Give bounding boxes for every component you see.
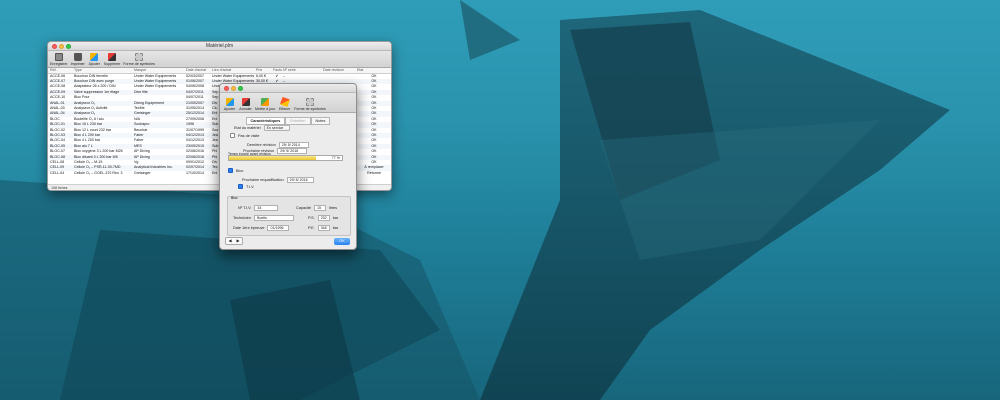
ps-field[interactable]: 232 [317, 215, 330, 221]
requalif-row: Prochaine requalification 29/ 8/ 2016 [242, 177, 314, 183]
bloc-group-label: Bloc [231, 196, 238, 200]
save-button[interactable]: Enregistrer [50, 53, 68, 66]
no-tiv-field[interactable]: 34 [254, 205, 279, 211]
symbols-button[interactable]: Forme de symboles [123, 53, 155, 66]
table-cell: Réformé [367, 170, 381, 175]
table-cell: CELL-04 [50, 170, 65, 175]
date-epreuve-field[interactable]: 01/1996 [267, 225, 290, 231]
cancel-button[interactable]: Annuler [239, 98, 252, 111]
visite-row: Pas de visite [230, 133, 260, 138]
record-navigation: ◀ ▶ [225, 237, 243, 245]
revision-progress-bar: 77 % [228, 155, 343, 161]
update-icon [261, 98, 270, 106]
table-cell: 17/10/2014 [186, 170, 204, 175]
date-epreuve-label: Date 1ère épreuve [233, 226, 265, 230]
zoom-button[interactable] [66, 44, 71, 49]
erase-icon [279, 96, 290, 108]
print-icon [73, 53, 82, 61]
window-title: Matériel.plm [205, 43, 234, 49]
no-tiv-label: Nº T.I.V. [238, 206, 252, 210]
date-epreuve-row: Date 1ère épreuve 01/1996 [233, 225, 290, 231]
main-toolbar: Enregistrer Imprimer Ajouter Supprimer F… [48, 51, 391, 68]
etat-select[interactable]: En service [263, 125, 290, 131]
add-icon [90, 53, 99, 61]
symbols-icon [135, 53, 144, 61]
detail-titlebar [220, 84, 356, 93]
derniere-revision-label: Dernière révision [247, 143, 276, 147]
progress-fill [229, 156, 316, 160]
bloc-checkbox[interactable] [228, 168, 233, 173]
add-button[interactable]: Ajouter [223, 98, 236, 111]
print-button[interactable]: Imprimer [71, 53, 85, 66]
delete-icon [108, 53, 117, 61]
delete-button[interactable]: Supprimer [104, 53, 120, 66]
pe-label: P.E. [308, 226, 315, 230]
update-button[interactable]: Mettre à jour [255, 98, 275, 111]
add-icon [225, 98, 234, 106]
etat-row: Etat du matériel En service [234, 125, 290, 131]
technicien-row: Technicien Boelts [233, 215, 294, 221]
capacite-field[interactable]: 15 [314, 205, 326, 211]
tiv-row: T.I.V. [238, 184, 254, 189]
main-titlebar: Matériel.plm [48, 42, 391, 51]
progress-text: 77 % [331, 156, 340, 160]
pas-de-visite-label: Pas de visite [238, 133, 260, 138]
tab-entretien[interactable]: Entretien [285, 117, 311, 125]
zoom-button[interactable] [238, 86, 243, 91]
requalif-field[interactable]: 29/ 8/ 2016 [286, 177, 314, 183]
etat-label: Etat du matériel [234, 126, 261, 130]
technicien-label: Technicien [233, 216, 251, 220]
pe-row: P.E. 348 bar [308, 225, 338, 231]
tab-bar: Caractéristiques Entretien Notes [220, 117, 356, 125]
detail-window: Ajouter Annuler Mettre à jour Effacer Fo… [219, 83, 357, 250]
pe-unit: bar [332, 226, 339, 230]
prochaine-revision-field[interactable]: 29/ 5/ 2016 [277, 148, 308, 154]
minimize-button[interactable] [59, 44, 64, 49]
ok-button[interactable]: OK [334, 238, 350, 245]
bloc-group: Bloc Nº T.I.V. 34 Capacité 15 litres Tec… [227, 196, 351, 236]
table-cell: Under Water Equipements [134, 84, 177, 89]
record-count: 108 fiches [51, 186, 68, 190]
next-record-icon[interactable]: ▶ [234, 238, 242, 244]
add-button[interactable]: Ajouter [88, 53, 101, 66]
ps-unit: bar [332, 216, 339, 220]
symbols-button[interactable]: Forme de symboles [294, 98, 326, 111]
erase-button[interactable]: Effacer [278, 96, 291, 111]
detail-toolbar: Ajouter Annuler Mettre à jour Effacer Fo… [220, 93, 356, 113]
capacite-unit: litres [329, 206, 338, 210]
capacite-row: Capacité 15 litres [296, 205, 337, 211]
tab-notes[interactable]: Notes [310, 117, 331, 125]
tiv-label: T.I.V. [246, 184, 255, 189]
symbols-icon [305, 98, 314, 106]
requalif-label: Prochaine requalification [242, 178, 284, 182]
cancel-icon [241, 98, 250, 106]
previous-record-icon[interactable]: ◀ [226, 238, 234, 244]
bloc-row: Bloc [228, 168, 243, 173]
tab-caracteristiques[interactable]: Caractéristiques [245, 117, 286, 125]
technicien-field[interactable]: Boelts [253, 215, 294, 221]
bloc-label: Bloc [236, 168, 244, 173]
table-cell: Cellule O₂ – GOEL-370 Rev. 3 [74, 170, 123, 175]
save-icon [54, 53, 63, 61]
minimize-button[interactable] [231, 86, 236, 91]
ps-label: P.S. [308, 216, 315, 220]
pas-de-visite-checkbox[interactable] [230, 133, 235, 138]
no-tiv-row: Nº T.I.V. 34 [238, 205, 279, 211]
tiv-checkbox[interactable] [238, 184, 243, 189]
ps-row: P.S. 232 bar [308, 215, 338, 221]
pe-field[interactable]: 348 [317, 225, 330, 231]
close-button[interactable] [224, 86, 229, 91]
table-cell: Greisinger [134, 170, 151, 175]
close-button[interactable] [52, 44, 57, 49]
capacite-label: Capacité [296, 206, 311, 210]
